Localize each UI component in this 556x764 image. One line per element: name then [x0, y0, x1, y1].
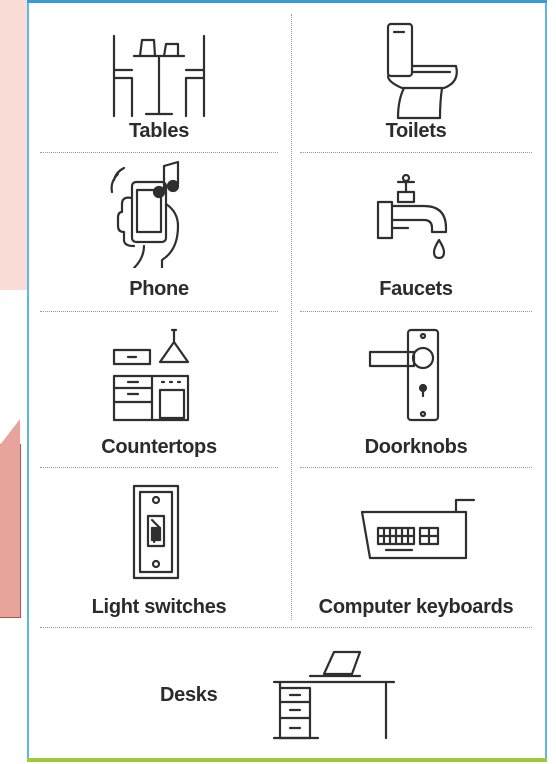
item-label: Doorknobs: [364, 436, 468, 458]
row-divider: [300, 311, 532, 312]
row-divider: [300, 467, 532, 468]
item-label: Computer keyboards: [318, 596, 514, 618]
desk-laptop-icon: [272, 650, 396, 740]
countertop-icon: [112, 328, 190, 422]
frame-top-border: [27, 0, 547, 3]
item-light-switches: Light switches: [40, 478, 278, 624]
phone-hand-icon: [110, 160, 180, 268]
item-faucets: Faucets: [300, 160, 532, 308]
item-phone: Phone: [40, 160, 278, 308]
item-label: Phone: [129, 278, 189, 300]
item-label: Countertops: [101, 436, 217, 458]
row-divider: [300, 152, 532, 153]
row-divider: [40, 311, 278, 312]
item-label: Tables: [128, 120, 190, 142]
light-switch-icon: [132, 484, 180, 580]
item-label: Toilets: [385, 120, 447, 142]
left-panel-background: [0, 0, 28, 290]
row-divider: [40, 152, 278, 153]
item-tables: Tables: [40, 14, 278, 150]
row-divider: [40, 627, 532, 628]
toilet-icon: [386, 22, 458, 120]
item-label: Desks: [160, 684, 218, 706]
left-arrow-shape: [0, 419, 21, 618]
table-chairs-icon: [112, 34, 206, 118]
doorknob-icon: [368, 328, 440, 422]
item-countertops: Countertops: [40, 318, 278, 464]
faucet-icon: [376, 174, 448, 260]
item-label: Light switches: [91, 596, 227, 618]
item-toilets: Toilets: [300, 14, 532, 150]
item-computer-keyboards: Computer keyboards: [300, 478, 532, 624]
keyboard-icon: [360, 498, 476, 560]
column-divider: [291, 14, 292, 620]
item-doorknobs: Doorknobs: [300, 318, 532, 464]
item-label: Faucets: [379, 278, 453, 300]
frame-bottom-border: [27, 758, 547, 762]
row-divider: [40, 467, 278, 468]
item-desks: Desks: [40, 636, 532, 756]
